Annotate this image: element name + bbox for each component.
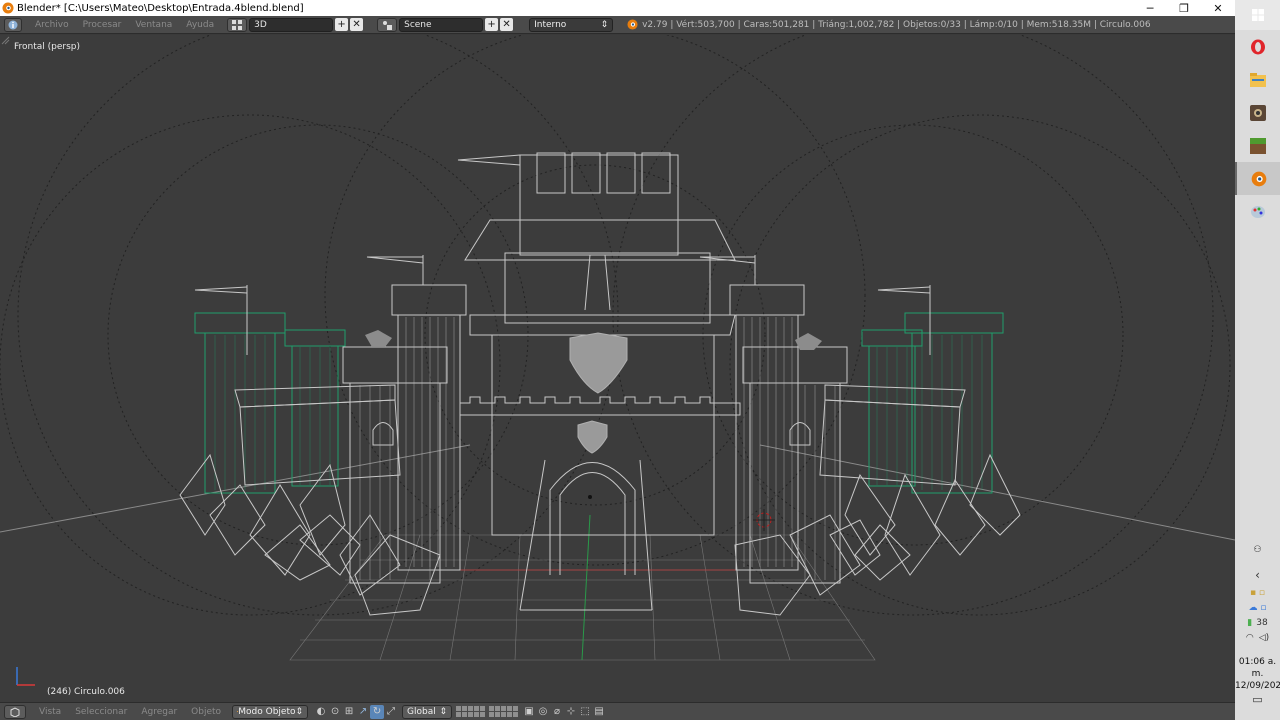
- menu-procesar[interactable]: Procesar: [76, 20, 129, 30]
- system-clock[interactable]: 01:06 a. m. 12/09/2020: [1235, 656, 1280, 692]
- camera-icon[interactable]: ▤: [592, 705, 606, 719]
- dropdown-arrows-icon: ⇕: [600, 19, 609, 30]
- 3d-viewport[interactable]: Frontal (persp) (246) Circulo.006: [0, 35, 1235, 702]
- snap-element-icon[interactable]: ⊹: [564, 705, 578, 719]
- blender-logo-icon: [2, 2, 14, 14]
- menu-archivo[interactable]: Archivo: [28, 20, 76, 30]
- menu-agregar[interactable]: Agregar: [134, 707, 184, 717]
- 3d-cursor-icon: [753, 509, 775, 531]
- castle-wireframe: [0, 35, 1235, 686]
- rotate-manipulator-icon[interactable]: ↻: [370, 704, 385, 719]
- pivot-point-icon[interactable]: ⊙: [328, 705, 342, 719]
- 3d-view-header: Vista Seleccionar Agregar Objeto Modo Ob…: [0, 702, 1235, 720]
- blender-logo-icon: [627, 19, 638, 30]
- opera-icon[interactable]: [1235, 30, 1280, 63]
- render-engine-value: Interno: [534, 19, 567, 30]
- snap-toggle-icon[interactable]: ⌀: [550, 705, 564, 719]
- active-object-label: (246) Circulo.006: [47, 687, 125, 697]
- blender-window: Blender* [C:\Users\Mateo\Desktop\Entrada…: [0, 0, 1280, 720]
- maximize-button[interactable]: ❐: [1167, 0, 1201, 16]
- volume-icon: ◁): [1258, 633, 1270, 643]
- layout-grid-icon: [232, 19, 243, 30]
- clock-date: 12/09/2020: [1235, 681, 1280, 691]
- minecraft-icon[interactable]: [1235, 129, 1280, 162]
- scene-icon: [383, 20, 393, 30]
- layers-grid-left[interactable]: [456, 706, 486, 717]
- transform-orientation-dropdown[interactable]: Global ⇕: [402, 704, 453, 719]
- viewport-shading-icon[interactable]: ◐: [314, 705, 328, 719]
- orientation-value: Global: [407, 706, 436, 717]
- scene-selector[interactable]: [377, 17, 398, 32]
- menu-vista[interactable]: Vista: [32, 707, 68, 717]
- dropdown-arrows-icon: ⇕: [439, 706, 448, 717]
- notifications-icon[interactable]: ▭: [1235, 693, 1280, 706]
- file-explorer-icon[interactable]: [1235, 63, 1280, 96]
- proportional-edit-icon[interactable]: ◎: [536, 705, 550, 719]
- editor-type-button-3d[interactable]: [4, 704, 26, 719]
- dropdown-arrows-icon: ⇕: [295, 706, 304, 717]
- start-button[interactable]: [1235, 0, 1280, 30]
- screen-layout-selector[interactable]: [227, 17, 248, 32]
- manipulator-toggle-icon[interactable]: ⊞: [342, 705, 356, 719]
- menu-ayuda[interactable]: Ayuda: [179, 20, 221, 30]
- add-layout-button[interactable]: +: [335, 18, 349, 31]
- interaction-mode-dropdown[interactable]: Modo Objeto ⇕: [232, 704, 309, 719]
- wifi-icon: ◠: [1245, 633, 1254, 643]
- render-preview-icon[interactable]: ⬚: [578, 705, 592, 719]
- scale-manipulator-icon[interactable]: ⤢: [384, 705, 398, 719]
- title-bar: Blender* [C:\Users\Mateo\Desktop\Entrada…: [0, 0, 1235, 16]
- battery-level: 38: [1256, 618, 1268, 628]
- mode-value: Modo Objeto: [238, 706, 296, 717]
- screen-layout-field[interactable]: 3D: [249, 17, 334, 32]
- info-header: Archivo Procesar Ventana Ayuda 3D + ✕ Sc…: [0, 16, 1235, 34]
- windows-logo-icon: [1251, 9, 1264, 21]
- minimize-button[interactable]: ─: [1133, 0, 1167, 16]
- scene-statistics: v2.79 | Vért:503,700 | Caras:501,281 | T…: [642, 19, 1151, 30]
- menu-seleccionar[interactable]: Seleccionar: [68, 707, 134, 717]
- remove-scene-button[interactable]: ✕: [500, 18, 514, 31]
- blender-taskbar-icon[interactable]: [1235, 162, 1280, 195]
- window-title: Blender* [C:\Users\Mateo\Desktop\Entrada…: [17, 2, 304, 14]
- tray-cloud-icon[interactable]: ☁ ▫: [1235, 603, 1280, 613]
- close-button[interactable]: ✕: [1201, 0, 1235, 16]
- battery-indicator[interactable]: ▮ 38: [1235, 618, 1280, 628]
- menu-ventana[interactable]: Ventana: [128, 20, 179, 30]
- layers-grid-right[interactable]: [489, 706, 519, 717]
- translate-manipulator-icon[interactable]: ↗: [356, 705, 370, 719]
- 3d-view-icon: [10, 706, 20, 717]
- render-engine-dropdown[interactable]: Interno ⇕: [529, 17, 614, 32]
- paint-icon[interactable]: [1235, 195, 1280, 228]
- menu-objeto[interactable]: Objeto: [184, 707, 228, 717]
- battery-icon: ▮: [1247, 618, 1253, 628]
- view-label: Frontal (persp): [14, 42, 81, 52]
- area-split-grip-icon[interactable]: [0, 35, 10, 45]
- network-volume-icons[interactable]: ◠ ◁): [1235, 633, 1280, 643]
- lock-camera-icon[interactable]: ▣: [522, 705, 536, 719]
- add-scene-button[interactable]: +: [485, 18, 499, 31]
- tray-app-icon[interactable]: ▪ ▫: [1235, 588, 1280, 598]
- people-icon[interactable]: ⚇: [1235, 545, 1280, 555]
- axis-gizmo-icon: [16, 667, 35, 686]
- scene-field[interactable]: Scene: [399, 17, 484, 32]
- camera-app-icon[interactable]: [1235, 96, 1280, 129]
- editor-type-button[interactable]: [4, 17, 22, 32]
- clock-time: 01:06 a. m.: [1238, 657, 1277, 679]
- remove-layout-button[interactable]: ✕: [350, 18, 364, 31]
- chevron-left-icon[interactable]: ‹: [1235, 568, 1280, 582]
- info-icon: [8, 20, 18, 29]
- windows-taskbar: ⚇ ‹ ▪ ▫ ☁ ▫ ▮ 38 ◠ ◁) 01:06 a. m. 12/09/…: [1235, 0, 1280, 720]
